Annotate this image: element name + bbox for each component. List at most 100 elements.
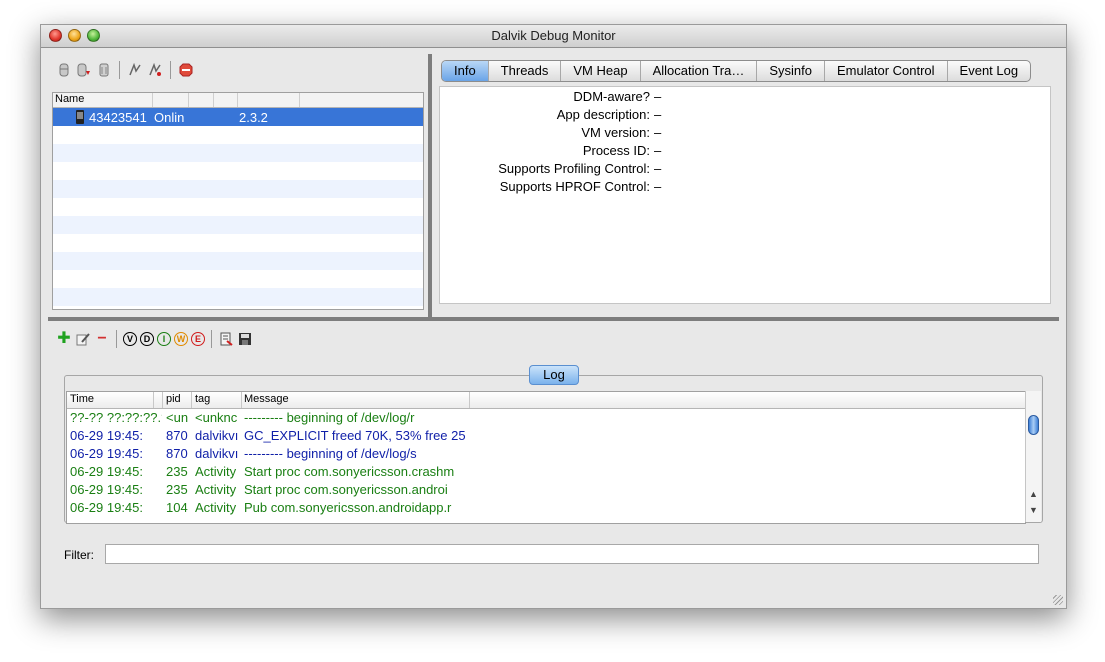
column-header-time[interactable]: Time	[70, 393, 94, 405]
info-level-icon[interactable]: I	[157, 332, 171, 346]
log-time: ??-?? ??:??:??.?	[70, 410, 162, 425]
tab-vm-heap[interactable]: VM Heap	[560, 61, 639, 81]
debug-level-icon[interactable]: D	[140, 332, 154, 346]
tab-info[interactable]: Info	[442, 61, 488, 81]
update-threads-icon[interactable]	[147, 62, 163, 78]
scrollbar-thumb[interactable]	[1028, 415, 1039, 435]
edit-filter-icon[interactable]	[75, 331, 91, 347]
debug-icon[interactable]	[56, 62, 72, 78]
toolbar-separator	[170, 61, 171, 79]
column-header-pid[interactable]: pid	[166, 393, 181, 405]
device-row[interactable]: 43423541 Onlin 2.3.2	[53, 108, 423, 126]
log-time: 06-29 19:45:	[70, 464, 144, 479]
tab-threads[interactable]: Threads	[487, 61, 561, 81]
empty-row	[53, 144, 423, 162]
column-header-tag[interactable]: tag	[195, 393, 210, 405]
scroll-down-icon[interactable]: ▼	[1029, 505, 1038, 515]
dump-hprof-icon[interactable]	[96, 62, 112, 78]
client-info-panel: Info Threads VM Heap Allocation Tra… Sys…	[431, 54, 1059, 307]
info-label-profiling-control: Supports Profiling Control:	[498, 161, 650, 176]
empty-row	[53, 252, 423, 270]
empty-row	[53, 216, 423, 234]
remove-filter-icon[interactable]: −	[94, 331, 110, 347]
log-tag: Activity	[195, 500, 237, 515]
info-value-process-id: –	[654, 143, 662, 158]
scroll-up-icon[interactable]: ▲	[1029, 489, 1038, 499]
info-label-hprof-control: Supports HPROF Control:	[499, 179, 650, 194]
tab-bar: Info Threads VM Heap Allocation Tra… Sys…	[441, 60, 1032, 82]
toolbar-separator	[119, 61, 120, 79]
add-filter-icon[interactable]: ✚	[56, 331, 72, 347]
log-vertical-scrollbar[interactable]: ▲ ▼	[1025, 391, 1041, 522]
stop-process-icon[interactable]	[178, 62, 194, 78]
log-pid: 235	[166, 464, 188, 479]
log-filter-tab[interactable]: Log	[529, 365, 579, 385]
log-row[interactable]: 06-29 19:45: 235 Activity Start proc com…	[67, 463, 1025, 481]
device-status: Onlin	[154, 110, 185, 125]
info-value-ddm-aware: –	[654, 89, 662, 104]
log-tag: Activity	[195, 464, 237, 479]
device-version: 2.3.2	[239, 110, 268, 125]
resize-grip-icon[interactable]	[1053, 595, 1063, 605]
info-value-hprof-control: –	[654, 179, 662, 194]
filter-label: Filter:	[64, 548, 94, 562]
filter-input[interactable]	[105, 544, 1039, 564]
log-message: Start proc com.sonyericsson.androi	[244, 482, 448, 497]
info-label-vm-version: VM version:	[581, 125, 650, 140]
verbose-level-icon[interactable]: V	[123, 332, 137, 346]
log-time: 06-29 19:45:	[70, 446, 144, 461]
log-time: 06-29 19:45:	[70, 500, 144, 515]
log-table[interactable]: Time pid tag Message ??-?? ??:??:??.? <u…	[66, 391, 1026, 524]
devices-panel: Name 43423541 Onlin 2.3.2	[48, 54, 425, 313]
empty-row	[53, 234, 423, 252]
empty-row	[53, 198, 423, 216]
window-title: Dalvik Debug Monitor	[491, 28, 616, 43]
empty-row	[53, 180, 423, 198]
log-row[interactable]: ??-?? ??:??:??.? <un <unknc --------- be…	[67, 409, 1025, 427]
info-label-ddm-aware: DDM-aware?	[573, 89, 650, 104]
log-message: --------- beginning of /dev/log/r	[244, 410, 415, 425]
log-pid: 104	[166, 500, 188, 515]
info-pane: DDM-aware? – App description: – VM versi…	[439, 86, 1051, 304]
empty-row	[53, 126, 423, 144]
warn-level-icon[interactable]: W	[174, 332, 188, 346]
empty-row	[53, 162, 423, 180]
log-message: GC_EXPLICIT freed 70K, 53% free 25	[244, 428, 466, 443]
clear-log-icon[interactable]	[218, 331, 234, 347]
info-label-app-description: App description:	[556, 107, 650, 122]
device-list[interactable]: Name 43423541 Onlin 2.3.2	[52, 92, 424, 310]
tab-emulator-control[interactable]: Emulator Control	[824, 61, 947, 81]
log-pid: 870	[166, 446, 188, 461]
cause-gc-icon[interactable]	[127, 62, 143, 78]
log-message: Pub com.sonyericsson.androidapp.r	[244, 500, 452, 515]
tab-event-log[interactable]: Event Log	[946, 61, 1031, 81]
toolbar-separator	[116, 330, 117, 348]
log-time: 06-29 19:45:	[70, 482, 144, 497]
device-list-header: Name	[53, 93, 423, 108]
info-value-profiling-control: –	[654, 161, 662, 176]
log-row[interactable]: 06-29 19:45: 104 Activity Pub com.sonyer…	[67, 499, 1025, 517]
log-tag: dalvikvı	[195, 446, 239, 461]
empty-row	[53, 270, 423, 288]
log-pid: 235	[166, 482, 188, 497]
error-level-icon[interactable]: E	[191, 332, 205, 346]
column-header-message[interactable]: Message	[244, 393, 289, 405]
phone-icon	[75, 110, 89, 127]
log-row[interactable]: 06-29 19:45: 235 Activity Start proc com…	[67, 481, 1025, 499]
log-message: --------- beginning of /dev/log/s	[244, 446, 417, 461]
horizontal-splitter[interactable]	[48, 317, 1059, 321]
column-header-name[interactable]: Name	[55, 93, 84, 105]
update-heap-icon[interactable]	[76, 62, 92, 78]
toolbar-separator	[211, 330, 212, 348]
devices-toolbar	[56, 59, 194, 81]
title-bar[interactable]: Dalvik Debug Monitor	[41, 25, 1066, 48]
log-pid: <un	[166, 410, 189, 425]
log-tag: Activity	[195, 482, 237, 497]
ddms-window: Dalvik Debug Monitor Name 43423541 Onlin…	[40, 24, 1067, 609]
log-row[interactable]: 06-29 19:45: 870 dalvikvı GC_EXPLICIT fr…	[67, 427, 1025, 445]
info-value-app-description: –	[654, 107, 662, 122]
save-log-icon[interactable]	[237, 331, 253, 347]
log-row[interactable]: 06-29 19:45: 870 dalvikvı --------- begi…	[67, 445, 1025, 463]
tab-allocation-tracker[interactable]: Allocation Tra…	[639, 61, 757, 81]
tab-sysinfo[interactable]: Sysinfo	[756, 61, 824, 81]
